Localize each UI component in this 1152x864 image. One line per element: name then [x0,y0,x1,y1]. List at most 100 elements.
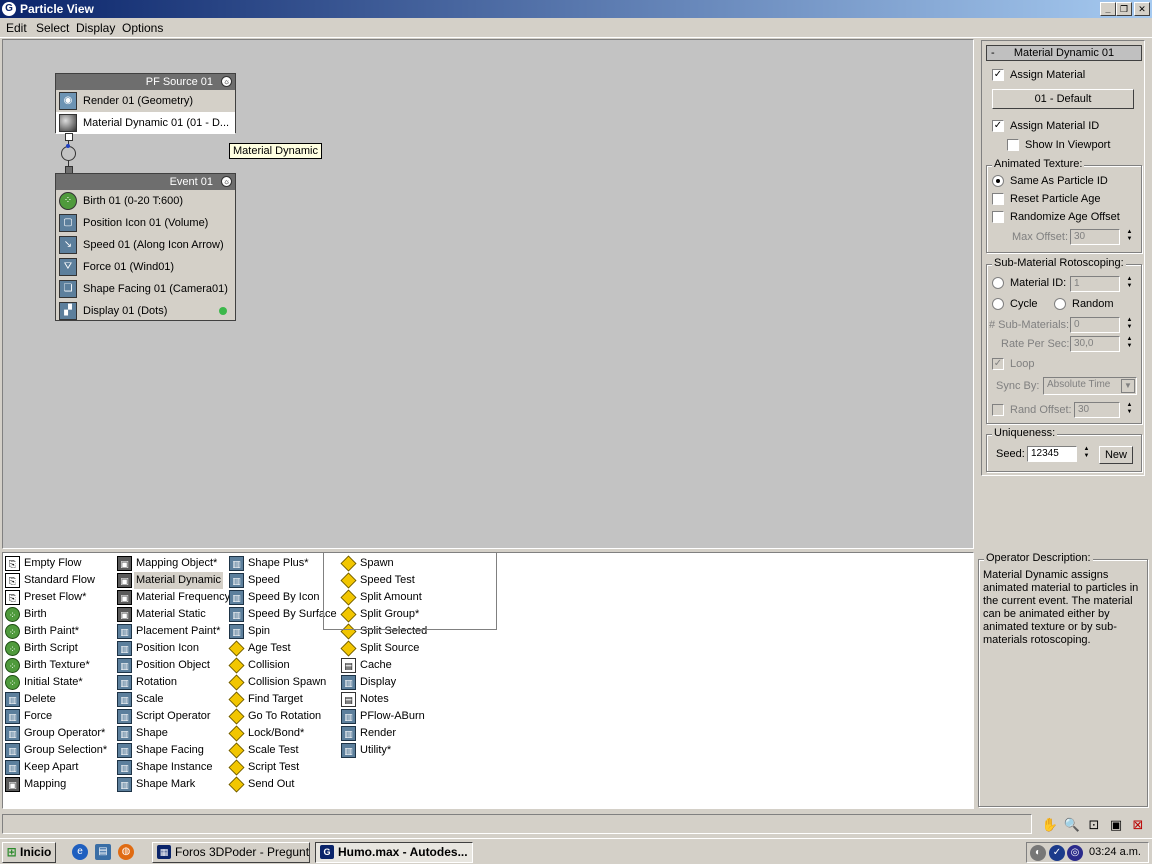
reset-particle-age-checkbox[interactable] [992,193,1004,206]
close-button[interactable]: ✕ [1134,2,1150,16]
depot-test-icon [228,725,245,742]
operator-row-selected[interactable]: Material Dynamic 01 (01 - D... [56,112,235,134]
task-button-browser[interactable]: ▦ Foros 3DPoder - Pregunt... [152,842,310,863]
submaterial-rotoscoping-title: Sub-Material Rotoscoping: [992,257,1126,269]
reset-particle-age-row[interactable]: Reset Particle Age [992,193,1101,206]
minimize-button[interactable]: _ [1100,2,1116,16]
operator-row[interactable]: ◉ Render 01 (Geometry) [56,90,235,112]
max-offset-input[interactable]: 30 [1070,229,1120,245]
operator-row[interactable]: ▞ Display 01 (Dots) [56,300,235,322]
material-id-label: Material ID: [1010,277,1067,289]
menu-edit[interactable]: Edit [6,21,27,35]
zoom-extents-icon[interactable]: ▣ [1107,816,1125,834]
light-bulb-icon[interactable]: ☼ [221,76,232,87]
rate-per-sec-spinner[interactable]: ▲ ▼ [1124,336,1135,352]
material-id-radio-row[interactable]: Material ID: [992,277,1067,290]
operator-depot[interactable]: ⎘ Empty Flow ⎘ Standard Flow ⎘ Preset Flow* ⁘ B… [2,552,974,809]
status-field [2,814,1032,834]
cycle-radio[interactable] [992,298,1004,311]
num-submaterials-spinner[interactable]: ▲ ▼ [1124,317,1135,333]
depot-item-label: Scale [136,693,164,705]
new-seed-button[interactable]: New [1099,446,1133,464]
node-header[interactable]: Event 01 ☼ [56,174,235,190]
zoom-icon[interactable]: 🔍 [1063,816,1081,834]
rand-offset-row[interactable]: Rand Offset: [992,404,1072,417]
collapse-icon[interactable]: - [991,46,995,60]
display-icon: ▞ [59,302,77,320]
position-icon: ▢ [59,214,77,232]
seed-spinner[interactable]: ▲ ▼ [1081,446,1092,462]
depot-opb-icon: ▥ [5,743,20,758]
depot-opb-icon: ▥ [229,624,244,639]
operator-row[interactable]: ❏ Shape Facing 01 (Camera01) [56,278,235,300]
max-offset-spinner[interactable]: ▲ ▼ [1124,229,1135,245]
num-submaterials-input[interactable]: 0 [1070,317,1120,333]
loop-row[interactable]: ✓ Loop [992,358,1034,371]
cycle-radio-row[interactable]: Cycle [992,298,1038,311]
sync-by-dropdown[interactable]: Absolute Time ▼ [1043,377,1137,395]
pan-hand-icon[interactable]: ✋ [1041,816,1059,834]
depot-item-label: Group Operator* [24,727,106,739]
material-button[interactable]: 01 - Default [992,89,1134,109]
rand-offset-checkbox[interactable] [992,404,1004,417]
rollout-title: Material Dynamic 01 [1013,47,1115,59]
rollout-title-bar[interactable]: - Material Dynamic 01 [986,45,1142,61]
pf-source-node[interactable]: PF Source 01 ☼ ◉ Render 01 (Geometry) Ma… [55,73,236,134]
operator-row[interactable]: ↘ Speed 01 (Along Icon Arrow) [56,234,235,256]
show-in-viewport-row[interactable]: Show In Viewport [1007,139,1110,152]
material-id-input[interactable]: 1 [1070,276,1120,292]
depot-item-label: Utility* [360,744,392,756]
randomize-age-offset-row[interactable]: Randomize Age Offset [992,211,1120,224]
same-as-particle-id-radio[interactable] [992,175,1004,188]
no-zoom-icon[interactable]: ⊠ [1129,816,1147,834]
loop-checkbox[interactable]: ✓ [992,358,1004,371]
operator-row[interactable]: ⁘ Birth 01 (0-20 T:600) [56,190,235,212]
assign-material-checkbox[interactable]: ✓ [992,69,1004,82]
wire-connector-circle[interactable] [61,146,76,161]
rand-offset-input[interactable]: 30 [1074,402,1120,418]
page-icon: ▦ [157,845,171,859]
restore-button[interactable]: ❐ [1116,2,1132,16]
tray-app-icon[interactable]: ◐ [1030,845,1046,861]
assign-material-id-row[interactable]: ✓ Assign Material ID [992,120,1099,133]
menu-options[interactable]: Options [122,21,163,35]
start-button[interactable]: ⊞ Inicio [2,842,56,863]
tray-security-icon[interactable]: ◎ [1067,845,1083,861]
material-id-radio[interactable] [992,277,1004,290]
depot-green-icon: ⁘ [5,624,20,639]
random-radio-row[interactable]: Random [1054,298,1114,311]
chevron-down-icon[interactable]: ▼ [1121,379,1135,393]
event-node[interactable]: Event 01 ☼ ⁘ Birth 01 (0-20 T:600) ▢ Pos… [55,173,236,321]
rand-offset-spinner[interactable]: ▲ ▼ [1124,402,1135,418]
rate-per-sec-input[interactable]: 30,0 [1070,336,1120,352]
same-as-particle-id-row[interactable]: Same As Particle ID [992,175,1108,188]
assign-material-id-checkbox[interactable]: ✓ [992,120,1004,133]
display-color-swatch[interactable] [219,307,227,315]
menu-select[interactable]: Select [36,21,69,35]
output-socket[interactable] [65,133,73,141]
show-in-viewport-checkbox[interactable] [1007,139,1019,152]
seed-input[interactable]: 12345 [1027,446,1077,462]
operator-row[interactable]: ▢ Position Icon 01 (Volume) [56,212,235,234]
task-button-3dsmax[interactable]: G Humo.max - Autodes... [315,842,473,863]
menu-display[interactable]: Display [76,21,115,35]
internet-explorer-icon[interactable]: e [72,844,88,860]
rate-per-sec-label: Rate Per Sec: [1001,338,1070,350]
assign-material-checkbox-row[interactable]: ✓ Assign Material [992,69,1085,82]
material-id-spinner[interactable]: ▲ ▼ [1124,276,1135,292]
randomize-age-offset-checkbox[interactable] [992,211,1004,224]
node-header[interactable]: PF Source 01 ☼ [56,74,235,90]
particle-graph-canvas[interactable]: PF Source 01 ☼ ◉ Render 01 (Geometry) Ma… [2,39,974,549]
depot-op-icon: ▣ [117,573,132,588]
firefox-icon[interactable]: ◍ [118,844,134,860]
depot-item-label: Material Frequency [136,591,231,603]
zoom-region-icon[interactable]: ⊡ [1085,816,1103,834]
random-radio[interactable] [1054,298,1066,311]
desktop-icon[interactable]: ▤ [95,844,111,860]
task-label: Humo.max - Autodes... [338,845,468,859]
light-bulb-icon[interactable]: ☼ [221,176,232,187]
operator-row[interactable]: ⛛ Force 01 (Wind01) [56,256,235,278]
animated-texture-title: Animated Texture: [992,158,1085,170]
depot-item-label: Birth Texture* [24,659,90,671]
tray-network-icon[interactable]: ✓ [1049,845,1065,861]
